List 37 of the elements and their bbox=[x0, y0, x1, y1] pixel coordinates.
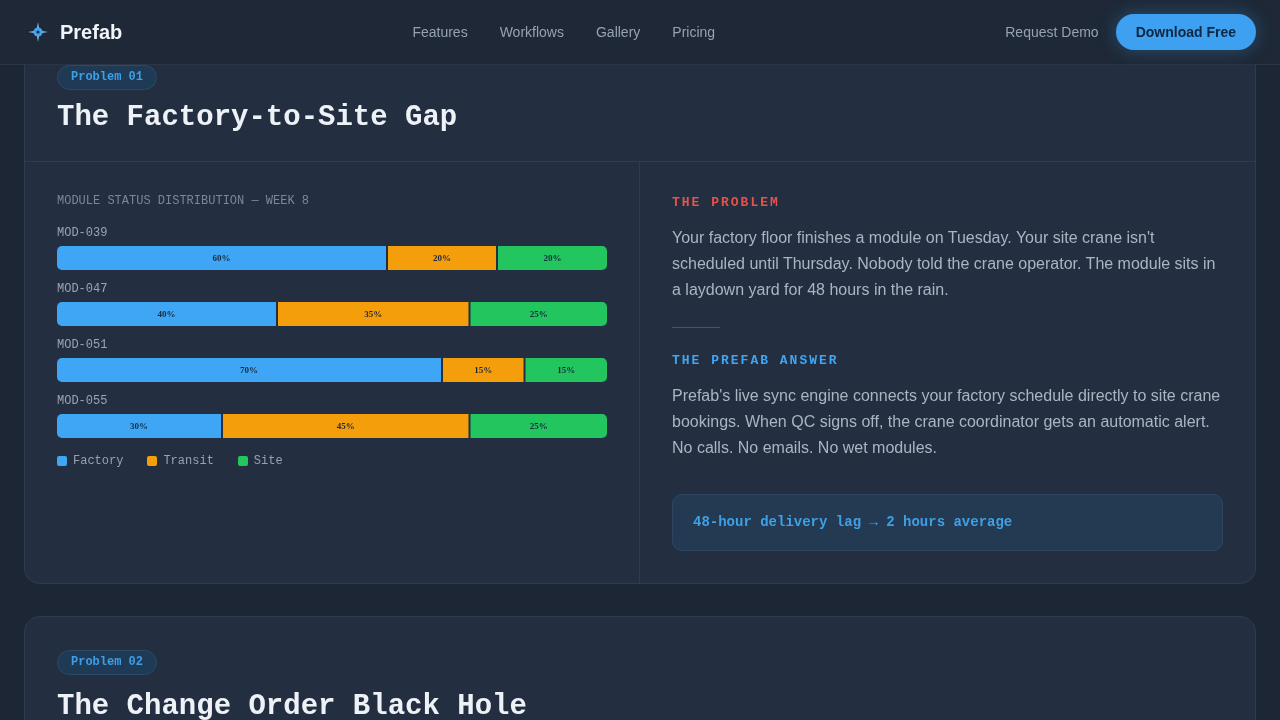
nav-link[interactable]: Gallery bbox=[595, 24, 641, 40]
category-label: MOD-039 bbox=[57, 226, 108, 241]
answer-heading: THE PREFAB ANSWER bbox=[672, 352, 840, 370]
compass-star-icon bbox=[28, 22, 48, 42]
category-label: MOD-047 bbox=[57, 282, 108, 297]
chart-title: MODULE STATUS DISTRIBUTION — WEEK 8 bbox=[57, 193, 311, 209]
problem-tag: Problem 01 bbox=[57, 65, 157, 90]
category-label: MOD-055 bbox=[57, 394, 108, 409]
legend-label: Transit bbox=[163, 453, 214, 469]
data-label: 20% bbox=[433, 252, 451, 263]
category-label: MOD-051 bbox=[57, 338, 108, 353]
request-demo-link[interactable]: Request Demo bbox=[1005, 24, 1099, 40]
problem-text: Your factory floor finishes a module on Tuesday. Your site crane isn't scheduled until Thursday. Nobody told the crane operator. The module sits in a laydown yard for 48 hours in the rain. bbox=[672, 228, 1217, 300]
data-label: 45% bbox=[336, 420, 355, 431]
data-label: 35% bbox=[364, 308, 383, 319]
data-label: 15% bbox=[557, 364, 576, 375]
data-label: 70% bbox=[240, 364, 258, 375]
problem-heading: THE PROBLEM bbox=[672, 194, 781, 212]
data-label: 40% bbox=[157, 308, 176, 319]
data-label: 25% bbox=[529, 420, 548, 431]
nav-link[interactable]: Features bbox=[412, 24, 468, 40]
section-title: The Change Order Black Hole bbox=[57, 689, 527, 720]
download-button[interactable]: Download Free bbox=[1115, 14, 1256, 50]
data-label: 15% bbox=[474, 364, 493, 375]
data-label: 20% bbox=[543, 252, 562, 263]
data-label: 60% bbox=[212, 252, 231, 263]
answer-text: Prefab's live sync engine connects your factory schedule directly to site crane bookings. When QC signs off, the crane coordinator gets an automatic alert. No calls. No emails. No wet modules. bbox=[672, 386, 1222, 458]
brand-name: Prefab bbox=[60, 20, 123, 44]
problem-tag: Problem 02 bbox=[57, 650, 157, 675]
result-callout: 48-hour delivery lag → 2 hours average bbox=[672, 494, 1223, 551]
data-label: 25% bbox=[529, 308, 548, 319]
legend-label: Site bbox=[253, 453, 283, 469]
section-title: The Factory-to-Site Gap bbox=[57, 100, 458, 136]
nav-link[interactable]: Pricing bbox=[672, 24, 716, 40]
data-label: 30% bbox=[130, 420, 148, 431]
nav-link[interactable]: Workflows bbox=[499, 24, 564, 40]
legend-label: Factory bbox=[73, 453, 124, 469]
